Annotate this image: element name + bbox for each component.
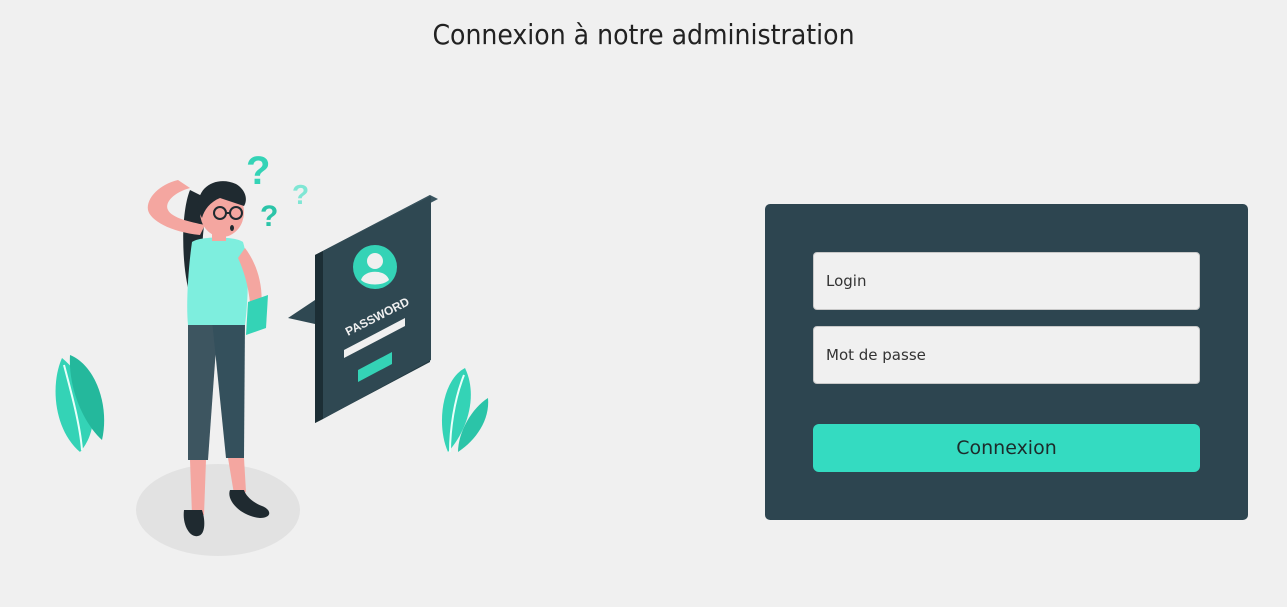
svg-text:?: ?	[260, 200, 278, 233]
right-plant-icon	[441, 368, 489, 453]
connexion-button[interactable]: Connexion	[813, 424, 1200, 472]
password-input[interactable]	[813, 326, 1200, 384]
login-input[interactable]	[813, 252, 1200, 310]
illustration: PASSWORD ? ? ?	[40, 140, 510, 570]
ground-shadow	[136, 464, 300, 556]
page-title: Connexion à notre administration	[432, 18, 855, 51]
login-panel: Connexion	[765, 204, 1248, 520]
password-card-icon: PASSWORD	[288, 195, 438, 423]
question-marks-icon: ? ? ?	[246, 149, 309, 233]
left-plant-icon	[55, 355, 105, 452]
svg-text:?: ?	[246, 149, 270, 193]
svg-text:?: ?	[292, 179, 309, 210]
